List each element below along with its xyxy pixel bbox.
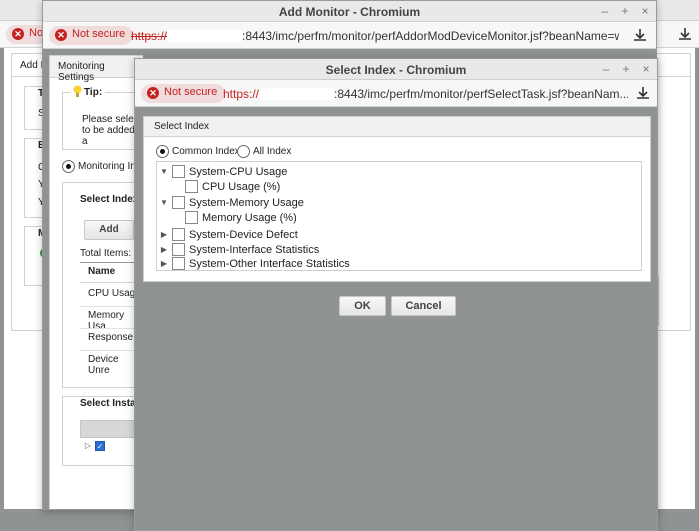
download-icon[interactable] xyxy=(635,85,651,101)
close-icon[interactable]: × xyxy=(641,62,651,76)
not-secure-badge[interactable]: ✕ Not secure xyxy=(141,84,226,103)
tip-legend: Tip: xyxy=(70,85,106,99)
expand-icon[interactable]: ▷ xyxy=(84,441,92,450)
add-button[interactable]: Add xyxy=(84,220,134,240)
url-path: :8443/imc/perfm/monitor/perfSelectTask.j… xyxy=(334,87,628,101)
url-protocol: https:// xyxy=(223,87,260,101)
tree-leaf[interactable]: CPU Usage (%) xyxy=(185,180,280,193)
tree-node-label: System-Interface Statistics xyxy=(189,243,320,256)
panel-header xyxy=(144,117,650,137)
not-secure-label: No xyxy=(29,27,44,39)
radio-label: All Index xyxy=(253,146,292,157)
tree-node-label: System-Memory Usage xyxy=(189,196,304,209)
tree-node[interactable]: ▶ System-Interface Statistics xyxy=(160,243,319,256)
select-index-address-bar: ✕ Not secure https:// :8443/imc/perfm/mon… xyxy=(135,80,657,107)
ok-button[interactable]: OK xyxy=(339,296,386,316)
url-host-redacted xyxy=(167,30,243,42)
select-index-content: Select Index Common Index All Index ▼ Sy… xyxy=(135,107,657,530)
table-header-name: Name xyxy=(88,266,116,277)
window-controls: – + × xyxy=(600,4,650,18)
checkbox[interactable] xyxy=(172,228,185,241)
minimize-icon[interactable]: – xyxy=(601,62,611,76)
download-icon[interactable] xyxy=(632,27,648,43)
radio-label: Common Index xyxy=(172,146,240,157)
select-index-header: Select Index xyxy=(80,194,139,205)
panel-title: Select Index xyxy=(154,121,210,132)
checkbox[interactable] xyxy=(172,243,185,256)
tree-node-label: System-Other Interface Statistics xyxy=(189,257,350,270)
select-index-window: Select Index - Chromium – + × ✕ Not secu… xyxy=(134,58,658,531)
not-secure-icon: ✕ xyxy=(55,29,67,41)
cancel-button[interactable]: Cancel xyxy=(391,296,456,316)
tip-label: Tip: xyxy=(84,86,103,98)
tree-node[interactable]: ▶ System-Device Defect xyxy=(160,228,298,241)
window-title: Add Monitor - Chromium xyxy=(278,5,421,19)
expand-icon[interactable]: ▶ xyxy=(160,245,168,254)
url-protocol: https:// xyxy=(131,29,168,43)
collapse-icon[interactable]: ▼ xyxy=(160,167,168,176)
url-host-redacted xyxy=(259,88,335,100)
tree-node[interactable]: ▼ System-CPU Usage xyxy=(160,165,287,178)
add-monitor-address-bar: ✕ Not secure https:// :8443/imc/perfm/mon… xyxy=(43,22,656,49)
radio-selected-icon xyxy=(62,160,75,173)
minimize-icon[interactable]: – xyxy=(600,4,610,18)
index-tree: ▼ System-CPU Usage CPU Usage (%) ▼ Syste… xyxy=(156,161,642,271)
maximize-icon[interactable]: + xyxy=(620,4,630,18)
not-secure-label: Not secure xyxy=(72,28,126,40)
checkbox-checked-icon[interactable]: ✓ xyxy=(95,440,105,451)
select-index-titlebar: Select Index - Chromium – + × xyxy=(135,59,657,80)
radio-selected-icon xyxy=(156,145,169,158)
radio-unselected-icon xyxy=(237,145,250,158)
maximize-icon[interactable]: + xyxy=(621,62,631,76)
not-secure-badge[interactable]: ✕ Not secure xyxy=(49,26,134,45)
window-title: Select Index - Chromium xyxy=(325,63,467,77)
collapse-icon[interactable]: ▼ xyxy=(160,198,168,207)
tree-leaf-label: Memory Usage (%) xyxy=(202,211,297,224)
select-index-panel: Select Index Common Index All Index ▼ Sy… xyxy=(143,116,651,282)
url-field[interactable]: https:// :8443/imc/perfm/monitor/perfSele… xyxy=(223,87,628,101)
add-monitor-titlebar: Add Monitor - Chromium – + × xyxy=(43,1,656,22)
tree-node-label: System-Device Defect xyxy=(189,228,298,241)
expand-icon[interactable]: ▶ xyxy=(160,230,168,239)
select-instance-header: Select Instan xyxy=(80,398,142,409)
tree-leaf-label: CPU Usage (%) xyxy=(202,180,281,193)
total-items-label: Total Items: 4. xyxy=(80,248,143,259)
divider xyxy=(658,276,659,326)
not-secure-label: Not secure xyxy=(164,86,218,98)
not-secure-icon: ✕ xyxy=(147,87,159,99)
tree-node-label: System-CPU Usage xyxy=(189,165,288,178)
checkbox[interactable] xyxy=(172,257,185,270)
expand-icon[interactable]: ▶ xyxy=(160,259,168,268)
download-icon[interactable] xyxy=(677,26,693,42)
checkbox[interactable] xyxy=(172,196,185,209)
checkbox[interactable] xyxy=(185,211,198,224)
tree-node[interactable]: ▼ System-Memory Usage xyxy=(160,196,304,209)
table-row[interactable]: CPU Usage xyxy=(88,288,141,299)
checkbox[interactable] xyxy=(185,180,198,193)
monitoring-settings-tab[interactable]: Monitoring Settings xyxy=(58,61,143,83)
tree-leaf[interactable]: Memory Usage (%) xyxy=(185,211,297,224)
not-secure-icon: ✕ xyxy=(12,28,24,40)
checkbox[interactable] xyxy=(172,165,185,178)
monitoring-instance-radio[interactable]: Monitoring Ins xyxy=(62,160,141,173)
monitoring-settings-panel: Monitoring Settings Tip: Please select t… xyxy=(49,55,152,509)
close-icon[interactable]: × xyxy=(640,4,650,18)
tree-node[interactable]: ▶ System-Other Interface Statistics xyxy=(160,257,350,270)
common-index-radio[interactable]: Common Index xyxy=(156,145,240,158)
lightbulb-icon xyxy=(73,85,82,97)
window-controls: – + × xyxy=(601,62,651,76)
url-field[interactable]: https:// :8443/imc/perfm/monitor/perfAddo… xyxy=(131,29,619,43)
radio-label: Monitoring Ins xyxy=(78,161,141,172)
all-index-radio[interactable]: All Index xyxy=(237,145,291,158)
url-path: :8443/imc/perfm/monitor/perfAddorModDevi… xyxy=(242,29,619,43)
